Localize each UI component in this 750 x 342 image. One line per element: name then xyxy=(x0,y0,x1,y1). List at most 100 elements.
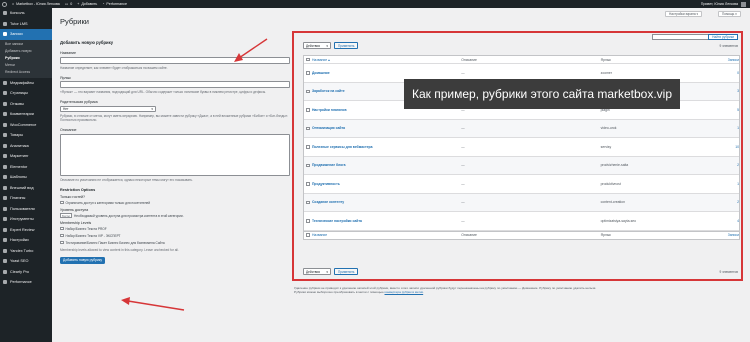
membership-level[interactable]: Тестирование/Бизнес Пакет Бизнес Бизнес … xyxy=(60,241,290,245)
slug-label: Ярлык xyxy=(60,75,71,80)
help-button[interactable]: Помощь ▾ xyxy=(718,11,741,17)
sidebar-item-marketing[interactable]: Маркетинг xyxy=(0,151,52,162)
limit-checkbox-row[interactable]: Ограничить доступ к категориям только дл… xyxy=(60,201,290,205)
sidebar-item-pages[interactable]: Страницы xyxy=(0,88,52,99)
search-categories-button[interactable]: Найти рубрики xyxy=(708,34,738,40)
membership-level[interactable]: Набор/Бизнес Текста VIP - ЭКСПЕРТ xyxy=(60,234,290,238)
admin-bar-add[interactable]: + Добавить xyxy=(77,2,97,6)
sidebar-item-media[interactable]: Медиафайлы xyxy=(0,78,52,89)
table-row: Создание контенту — content-creation 2 xyxy=(304,193,739,212)
category-description: — xyxy=(461,144,465,149)
add-category-button[interactable]: Добавить новую рубрику xyxy=(60,256,106,264)
row-checkbox[interactable] xyxy=(306,219,310,223)
row-checkbox[interactable] xyxy=(306,145,310,149)
column-description[interactable]: Описание xyxy=(461,58,600,62)
category-converter-link[interactable]: конвертера рубрик в метки xyxy=(385,290,424,294)
apply-button[interactable]: Применить xyxy=(334,42,359,49)
submenu-add-new[interactable]: Добавить новую xyxy=(0,48,52,55)
category-post-count[interactable]: 0 xyxy=(715,71,739,75)
level-checkbox[interactable] xyxy=(60,226,64,231)
submenu-categories[interactable]: Рубрики xyxy=(0,55,52,62)
sidebar-item-analytics[interactable]: Аналитика xyxy=(0,141,52,152)
row-checkbox[interactable] xyxy=(306,200,310,204)
row-checkbox[interactable] xyxy=(306,163,310,167)
bulk-action-select[interactable]: Действия ▾ xyxy=(303,268,331,275)
admin-bar-performance[interactable]: ◔ Performance xyxy=(102,2,127,6)
sidebar-item-yoast[interactable]: Yoast SEO xyxy=(0,256,52,267)
access-row: Гости Необходимый уровень доступа для про… xyxy=(60,213,184,219)
row-checkbox[interactable] xyxy=(306,182,310,186)
bulk-action-select[interactable]: Действия ▾ xyxy=(303,42,331,49)
category-name-link[interactable]: Оптимизация сайта xyxy=(312,126,461,130)
category-post-count[interactable]: 1 xyxy=(715,126,739,130)
sidebar-item-tools[interactable]: Инструменты xyxy=(0,214,52,225)
sidebar-item-yandex-turbo[interactable]: Yandex Turbo xyxy=(0,246,52,257)
wordpress-logo-icon[interactable] xyxy=(2,1,7,7)
column-count[interactable]: Записи xyxy=(715,233,739,237)
sidebar-item-plugins[interactable]: Плагины xyxy=(0,193,52,204)
description-textarea[interactable] xyxy=(60,133,290,176)
sidebar-item-comments[interactable]: Комментарии xyxy=(0,109,52,120)
column-slug[interactable]: Ярлык xyxy=(601,58,715,62)
select-all-checkbox[interactable] xyxy=(306,57,310,62)
category-post-count[interactable]: 1 xyxy=(715,182,739,186)
category-post-count[interactable]: 2 xyxy=(715,200,739,204)
column-name[interactable]: Название ▴ xyxy=(312,58,461,62)
column-name[interactable]: Название xyxy=(312,233,461,237)
row-checkbox[interactable] xyxy=(306,108,310,112)
admin-bar-comments[interactable]: ▭ 0 xyxy=(65,2,72,6)
row-checkbox[interactable] xyxy=(306,89,310,93)
category-name-link[interactable]: Домашние xyxy=(312,71,461,75)
restriction-title: Restriction Options xyxy=(60,188,96,193)
category-name-link[interactable]: Полезные сервисы для вебмастера xyxy=(312,145,461,149)
comment-icon xyxy=(3,112,7,117)
apply-button[interactable]: Применить xyxy=(334,268,359,275)
sidebar-item-reviews[interactable]: Отзывы xyxy=(0,99,52,110)
sidebar-item-elementor[interactable]: Elementor xyxy=(0,162,52,173)
sidebar-item-appearance[interactable]: Внешний вид xyxy=(0,183,52,194)
category-post-count[interactable]: 2 xyxy=(715,163,739,167)
admin-bar-greeting[interactable]: Привет, Юлия Легкова xyxy=(701,2,738,6)
category-name-link[interactable]: Продвижение блога xyxy=(312,163,461,167)
sidebar-item-console[interactable]: Консоль xyxy=(0,8,52,19)
membership-level[interactable]: Набор/Бизнес Текста PROF xyxy=(60,227,290,231)
chart-icon xyxy=(3,143,7,148)
sidebar-item-settings[interactable]: Настройки xyxy=(0,235,52,246)
category-post-count[interactable]: 3 xyxy=(715,89,739,93)
sidebar-item-posts[interactable]: Записи xyxy=(0,29,52,40)
sidebar-item-users[interactable]: Пользователи xyxy=(0,204,52,215)
category-name-link[interactable]: Создание контенту xyxy=(312,200,461,204)
screen-options-button[interactable]: Настройки экрана ▾ xyxy=(665,11,703,17)
sidebar-item-clearfy[interactable]: Clearfy Pro xyxy=(0,267,52,278)
sidebar-item-expert-review[interactable]: Expert Review xyxy=(0,225,52,236)
submenu-redirect-access[interactable]: Redirect Access xyxy=(0,69,52,76)
category-post-count[interactable]: 4 xyxy=(715,219,739,223)
column-count[interactable]: Записи xyxy=(715,58,739,62)
gauge-icon: ◔ xyxy=(102,2,105,6)
parent-select[interactable]: Нет ▾ xyxy=(60,105,156,112)
sidebar-item-templates[interactable]: Шаблоны xyxy=(0,172,52,183)
level-checkbox[interactable] xyxy=(60,240,64,245)
level-checkbox[interactable] xyxy=(60,233,64,238)
avatar[interactable] xyxy=(741,1,746,7)
sidebar-item-products[interactable]: Товары xyxy=(0,130,52,141)
select-all-checkbox[interactable] xyxy=(306,233,310,237)
submenu-all-posts[interactable]: Все записи xyxy=(0,41,52,48)
slug-field[interactable] xyxy=(60,81,290,89)
access-select[interactable]: Гости xyxy=(60,213,72,219)
submenu-tags[interactable]: Метки xyxy=(0,62,52,69)
limit-checkbox[interactable] xyxy=(60,200,64,205)
dashboard-icon xyxy=(3,11,7,16)
category-post-count[interactable]: 10 xyxy=(715,145,739,149)
row-checkbox[interactable] xyxy=(306,71,310,75)
category-name-link[interactable]: Продуктивность xyxy=(312,182,461,186)
column-description[interactable]: Описание xyxy=(461,233,600,237)
column-slug[interactable]: Ярлык xyxy=(601,233,715,237)
row-checkbox[interactable] xyxy=(306,126,310,130)
admin-bar-site[interactable]: ⌂ Marketbox - Юлия Легкова xyxy=(12,2,60,6)
sidebar-item-performance[interactable]: Performance xyxy=(0,277,52,288)
category-post-count[interactable]: 5 xyxy=(715,108,739,112)
sidebar-item-woocommerce[interactable]: WooCommerce xyxy=(0,120,52,131)
category-name-link[interactable]: Технические настройки сайта xyxy=(312,219,461,223)
sidebar-item-tutor[interactable]: Tutor LMS xyxy=(0,19,52,30)
